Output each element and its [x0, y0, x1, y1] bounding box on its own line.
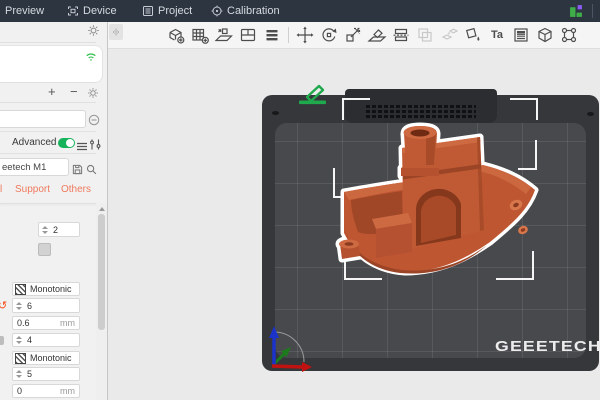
tab-calibration-label: Calibration: [227, 5, 280, 17]
tab-preview[interactable]: Preview: [5, 0, 44, 22]
tab-project-label: Project: [158, 5, 193, 17]
tab-others[interactable]: Others: [61, 184, 91, 195]
setting-spinner[interactable]: 5: [12, 367, 80, 381]
add-object-icon[interactable]: [164, 25, 188, 45]
rotate-icon[interactable]: [317, 25, 341, 45]
pattern-icon: [15, 283, 26, 295]
device-icon: [67, 5, 79, 17]
split-view-icon[interactable]: [236, 25, 260, 45]
advanced-label: Advanced: [12, 137, 57, 148]
project-icon: [142, 5, 154, 17]
spinner-value: 2: [53, 224, 59, 235]
plate-screw: [587, 112, 594, 116]
spinner-value: 6: [27, 300, 33, 311]
text-icon-glyph: Ta: [490, 29, 504, 41]
layers-icon[interactable]: [260, 25, 284, 45]
lay-on-face-icon[interactable]: [365, 25, 389, 45]
printer-card[interactable]: [0, 45, 103, 83]
clone-icon: [413, 25, 437, 45]
setting-checkbox[interactable]: [38, 243, 51, 256]
move-icon[interactable]: [293, 25, 317, 45]
viewport-toolbar: Ta: [164, 25, 581, 45]
left-settings-panel: + − Advanced eetech M1 l Support Others: [0, 22, 108, 400]
scroll-up-arrow[interactable]: [99, 207, 105, 211]
scrollbar-thumb[interactable]: [98, 214, 105, 330]
divider: [0, 131, 96, 132]
setting-spinner[interactable]: 2: [38, 222, 80, 237]
split-icon: [437, 25, 461, 45]
number-value: 0.6: [17, 318, 30, 328]
save-preset-icon[interactable]: [72, 162, 83, 180]
tab-project[interactable]: Project: [142, 0, 192, 22]
tab-support[interactable]: Support: [15, 184, 50, 195]
divider: [0, 102, 96, 103]
divider: [0, 203, 107, 204]
spinner-arrows[interactable]: [16, 301, 22, 310]
spinner-arrows[interactable]: [16, 336, 22, 344]
advanced-toggle[interactable]: [58, 138, 75, 148]
toggle-knob: [66, 139, 74, 147]
tab-device-label: Device: [83, 5, 117, 17]
blocks-status-icon[interactable]: [569, 0, 583, 22]
color-paint-icon[interactable]: [461, 25, 485, 45]
number-unit: mm: [60, 386, 75, 396]
add-filament-button[interactable]: +: [48, 84, 56, 100]
minus-circle-icon[interactable]: [88, 113, 100, 131]
benchy-fills: [339, 126, 535, 274]
icon-fragment: [0, 336, 4, 345]
select-value: Monotonic: [30, 284, 72, 294]
number-value: 0: [17, 386, 23, 396]
tab-preview-label: Preview: [5, 5, 45, 17]
cut-icon[interactable]: [389, 25, 413, 45]
auto-arrange-icon[interactable]: [212, 25, 236, 45]
process-tab-fragment[interactable]: l: [0, 184, 2, 195]
divider: [0, 42, 96, 43]
select-value: Monotonic: [30, 353, 72, 363]
printer-settings-gear-icon[interactable]: [87, 24, 100, 42]
divider: [0, 82, 96, 83]
remove-filament-button[interactable]: −: [70, 84, 78, 100]
bottom-pattern-select[interactable]: Monotonic: [12, 351, 80, 365]
pattern-icon: [15, 352, 26, 364]
scale-icon[interactable]: [341, 25, 365, 45]
toolbar-separator: [288, 27, 289, 43]
edit-plate-pencil-icon[interactable]: [294, 80, 334, 106]
process-preset-value: eetech M1: [2, 161, 47, 173]
filament-select[interactable]: [0, 110, 86, 128]
setting-spinner[interactable]: 6: [12, 298, 80, 313]
setting-number[interactable]: 0 mm: [12, 384, 80, 398]
viewport-3d[interactable]: ‹|› Ta GEEETECH: [108, 22, 600, 400]
sidebar-collapse-handle[interactable]: ‹|›: [109, 24, 123, 40]
variable-layer-height-icon[interactable]: [509, 25, 533, 45]
axis-x-red: [271, 364, 303, 369]
mesh-boolean-icon[interactable]: [533, 25, 557, 45]
benchy-model[interactable]: [250, 115, 550, 340]
text-icon[interactable]: Ta: [485, 25, 509, 45]
spinner-value: 5: [27, 369, 33, 379]
spinner-arrows[interactable]: [42, 225, 48, 234]
topbar-separator: [592, 4, 593, 18]
plate-brand-logo: GEEETECH: [495, 338, 600, 355]
setting-spinner[interactable]: 4: [12, 333, 80, 347]
add-plate-icon[interactable]: [188, 25, 212, 45]
axis-gizmo: [269, 326, 312, 372]
search-icon[interactable]: [86, 162, 97, 180]
setting-number[interactable]: 0.6 mm: [12, 316, 80, 330]
seam-icon[interactable]: [557, 25, 581, 45]
wifi-icon: [85, 49, 97, 67]
process-preset-select[interactable]: eetech M1: [0, 158, 69, 176]
calibration-icon: [211, 5, 223, 17]
undo-icon[interactable]: ↺: [0, 299, 7, 312]
spinner-value: 4: [27, 335, 33, 345]
top-pattern-select[interactable]: Monotonic: [12, 282, 80, 296]
tab-device[interactable]: Device: [67, 0, 117, 22]
top-menu-bar: Preview Device Project Calibration: [0, 0, 600, 22]
divider: [0, 153, 96, 154]
tab-calibration[interactable]: Calibration: [211, 0, 280, 22]
number-unit: mm: [60, 318, 75, 328]
spinner-arrows[interactable]: [16, 370, 22, 378]
